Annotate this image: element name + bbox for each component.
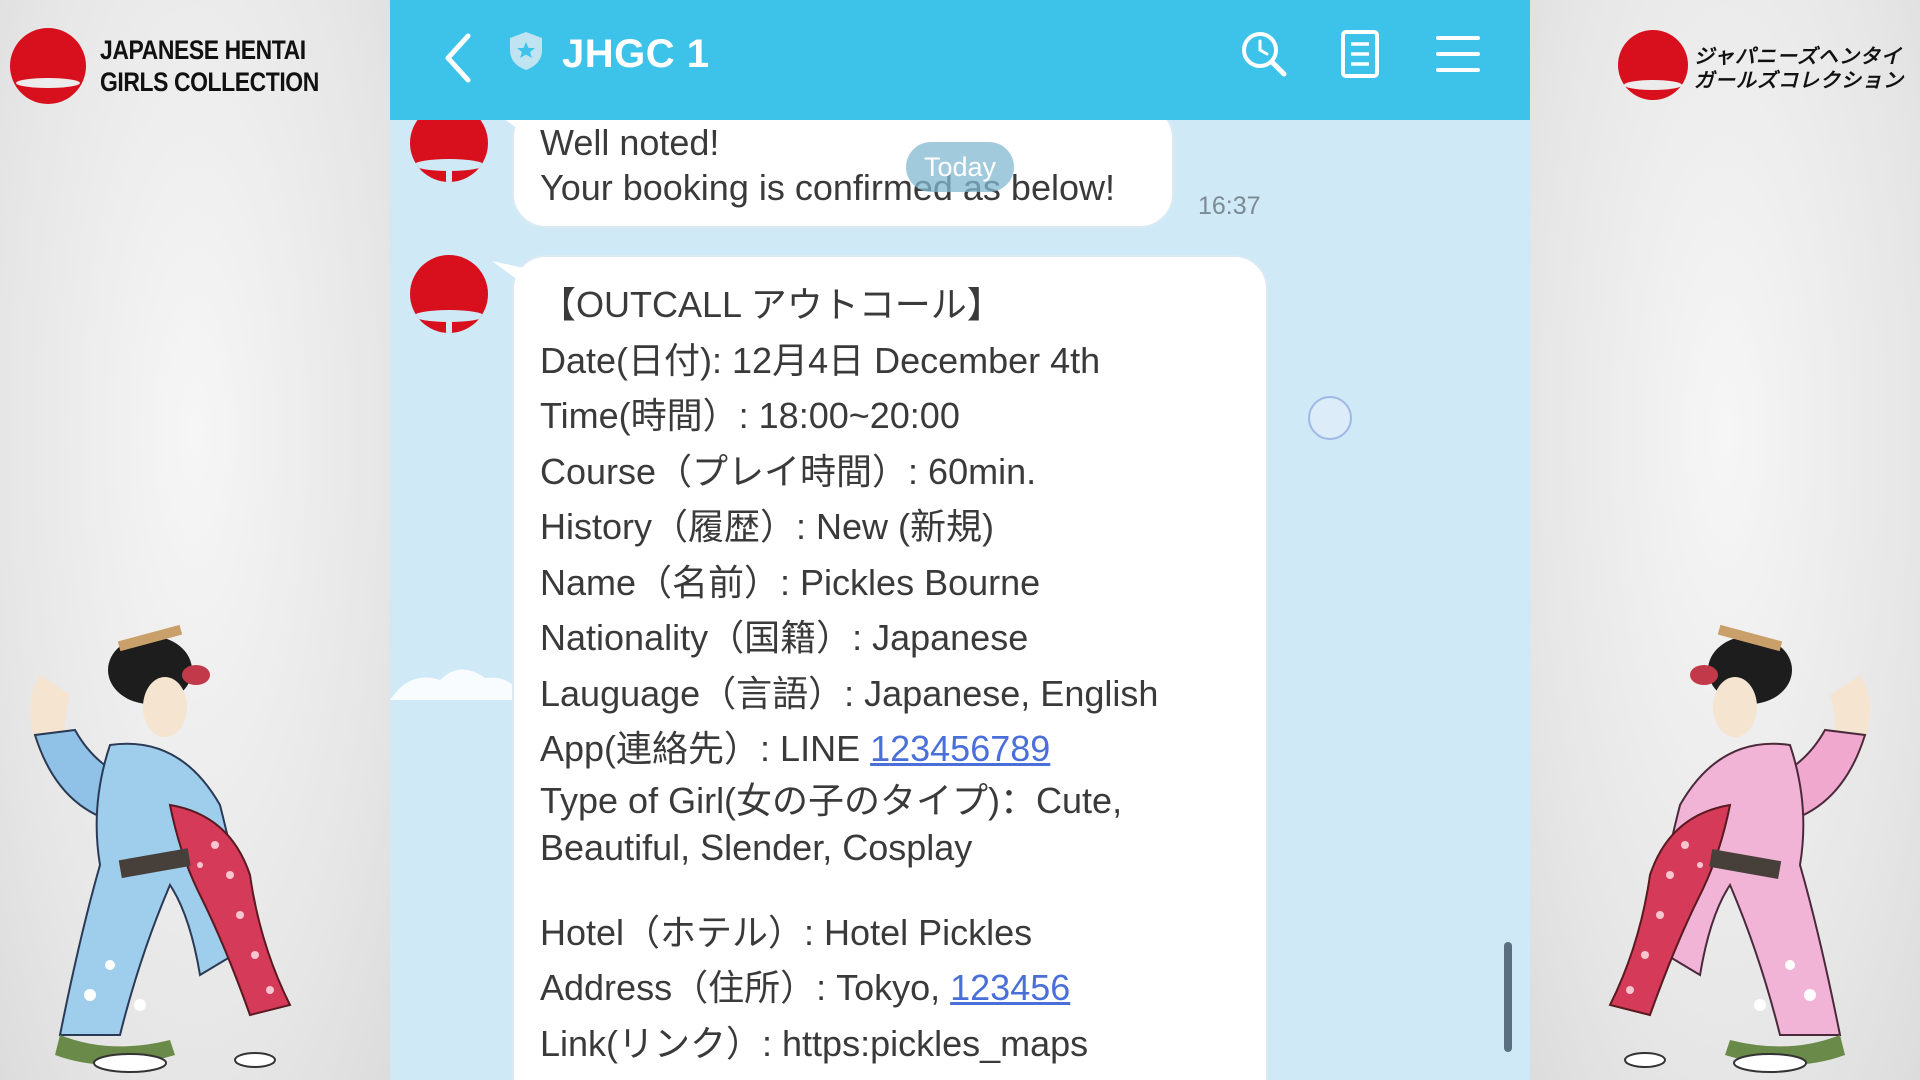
- back-icon[interactable]: [438, 28, 478, 88]
- booking-address-label: Address（住所）: Tokyo,: [540, 967, 951, 1008]
- brand-logo-mark: [10, 28, 86, 104]
- booking-heading: 【OUTCALL アウトコール】: [540, 284, 1003, 325]
- line-id-link[interactable]: 123456789: [870, 728, 1050, 769]
- right-brand-panel: [1530, 0, 1920, 1080]
- message-line: Well noted!: [540, 122, 720, 163]
- sender-avatar[interactable]: [410, 255, 488, 333]
- booking-app-label: App(連絡先）: LINE: [540, 728, 871, 769]
- booking-type-of-girl: Type of Girl(女の子のタイプ)：Cute, Beautiful, S…: [540, 779, 1123, 868]
- booking-language: Lauguage（言語）: Japanese, English: [540, 672, 1159, 714]
- booking-hotel: Hotel（ホテル）: Hotel Pickles: [540, 911, 1033, 953]
- message-line: Your booking is confirmed as below!: [540, 167, 1115, 208]
- chat-window: JHGC 1 Well noted! Your booking is confi…: [390, 0, 1530, 1080]
- brand-name-en-line2: GIRLS COLLECTION: [100, 67, 319, 97]
- booking-course: Course（プレイ時間）: 60min.: [540, 450, 1037, 492]
- message-bubble[interactable]: Well noted! Your booking is confirmed as…: [492, 104, 1174, 228]
- booking-history: History（履歴）: New (新規): [540, 506, 995, 547]
- address-number-link[interactable]: 123456: [950, 967, 1070, 1008]
- chat-header: JHGC 1: [390, 0, 1530, 120]
- booking-date: Date(日付): 12月4日 December 4th: [540, 339, 1101, 381]
- booking-app: App(連絡先）: LINE 123456789: [540, 721, 1240, 777]
- brand-name-jp-line1: ジャパニーズヘンタイ: [1694, 44, 1902, 68]
- menu-icon[interactable]: [1432, 28, 1484, 80]
- cloud-decoration: [390, 669, 520, 700]
- left-brand-panel: JAPANESE HENTAI GIRLS COLLECTION: [0, 0, 390, 1080]
- notes-icon[interactable]: [1334, 28, 1386, 80]
- brand-name-en: JAPANESE HENTAI GIRLS COLLECTION: [100, 34, 319, 98]
- message-timestamp: 16:37: [1198, 192, 1261, 220]
- search-icon[interactable]: [1238, 28, 1290, 80]
- geisha-illustration-pink: [1608, 624, 1870, 1073]
- scrollbar-thumb[interactable]: [1504, 942, 1512, 1052]
- bubble-tail: [492, 261, 522, 283]
- brand-name-jp-line2: ガールズコレクション: [1694, 68, 1904, 92]
- shield-icon: [510, 32, 542, 70]
- brand-name-en-line1: JAPANESE HENTAI: [100, 35, 306, 65]
- booking-name: Name（名前）: Pickles Bourne: [540, 561, 1041, 603]
- booking-link: Link(リンク）: https:pickles_maps: [540, 1022, 1089, 1064]
- geisha-illustration-blue: [30, 624, 292, 1073]
- date-separator-pill: Today: [906, 142, 1014, 192]
- message-select-radio[interactable]: [1308, 396, 1352, 440]
- brand-logo-mark-right: [1618, 30, 1688, 100]
- booking-nationality: Nationality（国籍）: Japanese: [540, 617, 1029, 658]
- chat-title: JHGC 1: [562, 32, 710, 76]
- booking-confirmation-bubble[interactable]: 【OUTCALL アウトコール】 Date(日付): 12月4日 Decembe…: [492, 255, 1268, 1080]
- booking-time: Time(時間）: 18:00~20:00: [540, 395, 960, 436]
- booking-address: Address（住所）: Tokyo, 123456: [540, 960, 1240, 1016]
- brand-name-jp: ジャパニーズヘンタイ ガールズコレクション: [1694, 44, 1904, 92]
